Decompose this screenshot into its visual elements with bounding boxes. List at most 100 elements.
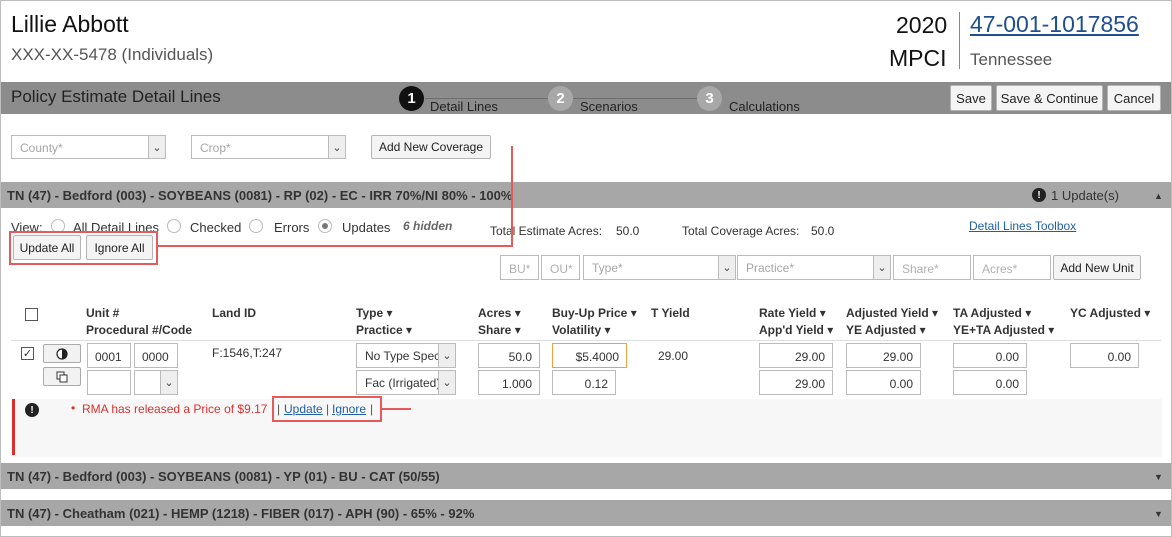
col-adjusted-yield[interactable]: Adjusted Yield ▾ xyxy=(846,306,938,320)
col-ye-adjusted[interactable]: YE Adjusted ▾ xyxy=(846,323,926,337)
policy-year: 2020 xyxy=(896,12,948,38)
col-rate-yield-label: Rate Yield xyxy=(759,306,817,320)
step-3-number[interactable]: 3 xyxy=(697,86,722,111)
coverage-group-title: TN (47) - Cheatham (021) - HEMP (1218) -… xyxy=(7,506,475,521)
coverage-group-title: TN (47) - Bedford (003) - SOYBEANS (0081… xyxy=(7,469,440,484)
alert-message: RMA has released a Price of $9.17 xyxy=(82,402,268,416)
updates-count: 1 Update(s) xyxy=(1051,188,1119,203)
radio-checked[interactable] xyxy=(167,219,181,233)
col-acres-label: Acres xyxy=(478,306,512,320)
adjusted-yield-value: 29.00 xyxy=(882,350,913,364)
step-3-label[interactable]: Calculations xyxy=(729,99,800,114)
ye-ta-adjusted-input[interactable]: 0.00 xyxy=(953,370,1027,395)
share-value-input[interactable]: 1.000 xyxy=(478,370,540,395)
col-rate-yield[interactable]: Rate Yield ▾ xyxy=(759,306,826,320)
procedural-input[interactable] xyxy=(87,370,131,395)
step-1-number[interactable]: 1 xyxy=(399,86,424,111)
cancel-button[interactable]: Cancel xyxy=(1107,85,1161,111)
step-2-number[interactable]: 2 xyxy=(548,86,573,111)
save-button[interactable]: Save xyxy=(950,85,992,111)
caret-up-icon[interactable]: ▲ xyxy=(1154,191,1163,201)
type-select[interactable]: Type* ⌄ xyxy=(583,255,736,280)
add-new-unit-button[interactable]: Add New Unit xyxy=(1053,255,1141,280)
col-type[interactable]: Type ▾ xyxy=(356,306,393,320)
detail-lines-toolbox-link[interactable]: Detail Lines Toolbox xyxy=(969,219,1076,233)
radio-label-checked: Checked xyxy=(190,220,242,235)
appd-yield-input[interactable]: 29.00 xyxy=(759,370,833,395)
add-new-coverage-button[interactable]: Add New Coverage xyxy=(371,135,491,159)
col-buyup-price[interactable]: Buy-Up Price ▾ xyxy=(552,306,637,320)
ignore-all-button[interactable]: Ignore All xyxy=(86,235,153,260)
practice-placeholder: Practice* xyxy=(746,261,795,275)
acres-value: 50.0 xyxy=(508,350,532,364)
col-t-yield: T Yield xyxy=(651,306,690,320)
copy-button[interactable] xyxy=(43,367,81,386)
contrast-button[interactable] xyxy=(43,344,81,363)
ye-ta-adjusted-value: 0.00 xyxy=(995,377,1019,391)
yc-adjusted-value: 0.00 xyxy=(1107,350,1131,364)
procedural-code-select[interactable]: ⌄ xyxy=(134,370,178,395)
step-1-label[interactable]: Detail Lines xyxy=(430,99,498,114)
update-all-button[interactable]: Update All xyxy=(13,235,81,260)
bu-input[interactable]: BU* xyxy=(500,255,539,280)
practice-select[interactable]: Practice* ⌄ xyxy=(737,255,891,280)
policy-state: Tennessee xyxy=(970,50,1053,69)
col-ta-adjusted-label: TA Adjusted xyxy=(953,306,1022,320)
ye-adjusted-input[interactable]: 0.00 xyxy=(846,370,921,395)
copy-icon xyxy=(56,371,68,382)
contrast-icon xyxy=(56,347,68,360)
col-volatility[interactable]: Volatility ▾ xyxy=(552,323,611,337)
col-share[interactable]: Share ▾ xyxy=(478,323,521,337)
info-icon: ! xyxy=(1032,188,1046,202)
buyup-price-input[interactable]: $5.4000 xyxy=(552,343,627,368)
ye-adjusted-value: 0.00 xyxy=(889,377,913,391)
adjusted-yield-input[interactable]: 29.00 xyxy=(846,343,921,368)
sort-icon: ▾ xyxy=(819,306,826,320)
step-2-label[interactable]: Scenarios xyxy=(580,99,638,114)
row-checkbox[interactable]: ✓ xyxy=(21,347,34,360)
ta-adjusted-input[interactable]: 0.00 xyxy=(953,343,1027,368)
rate-yield-input[interactable]: 29.00 xyxy=(759,343,833,368)
caret-down-icon[interactable]: ▼ xyxy=(1154,472,1163,482)
policy-number-link[interactable]: 47-001-1017856 xyxy=(970,11,1139,38)
ou-input[interactable]: OU* xyxy=(541,255,580,280)
row-practice-select[interactable]: Fac (Irrigated) ⌄ xyxy=(356,370,456,395)
land-id-value: F:1546,T:247 xyxy=(212,346,283,360)
sort-icon: ▾ xyxy=(827,323,834,337)
caret-down-icon[interactable]: ▼ xyxy=(1154,509,1163,519)
col-type-label: Type xyxy=(356,306,384,320)
acres-input[interactable]: Acres* xyxy=(973,255,1051,280)
col-ye-ta-adjusted[interactable]: YE+TA Adjusted ▾ xyxy=(953,323,1054,337)
sort-icon: ▾ xyxy=(932,306,939,320)
radio-updates[interactable] xyxy=(318,219,332,233)
chevron-down-icon: ⌄ xyxy=(438,371,455,394)
unit-sub-input[interactable]: 0000 xyxy=(134,343,178,368)
county-select[interactable]: County* ⌄ xyxy=(11,135,166,159)
crop-placeholder: Crop* xyxy=(200,141,231,155)
row-type-select[interactable]: No Type Specified ⌄ xyxy=(356,343,456,368)
col-ta-adjusted[interactable]: TA Adjusted ▾ xyxy=(953,306,1031,320)
total-estimate-value: 50.0 xyxy=(616,224,640,238)
sort-icon: ▾ xyxy=(514,306,521,320)
save-continue-button[interactable]: Save & Continue xyxy=(996,85,1103,111)
sort-icon: ▾ xyxy=(1025,306,1032,320)
crop-select[interactable]: Crop* ⌄ xyxy=(191,135,346,159)
select-all-checkbox[interactable] xyxy=(25,308,38,321)
share-input[interactable]: Share* xyxy=(893,255,971,280)
col-appd-yield[interactable]: App'd Yield ▾ xyxy=(759,323,833,337)
yc-adjusted-input[interactable]: 0.00 xyxy=(1070,343,1139,368)
header-divider xyxy=(959,12,960,69)
radio-errors[interactable] xyxy=(249,219,263,233)
acres-value-input[interactable]: 50.0 xyxy=(478,343,540,368)
highlight-connector xyxy=(381,408,411,410)
sort-icon: ▾ xyxy=(1048,323,1055,337)
chevron-down-icon: ⌄ xyxy=(873,256,890,279)
volatility-input[interactable]: 0.12 xyxy=(552,370,616,395)
col-yc-adjusted[interactable]: YC Adjusted ▾ xyxy=(1070,306,1150,320)
col-acres[interactable]: Acres ▾ xyxy=(478,306,521,320)
sort-icon: ▾ xyxy=(630,306,637,320)
unit-number-input[interactable]: 0001 xyxy=(87,343,131,368)
col-practice[interactable]: Practice ▾ xyxy=(356,323,412,337)
hidden-count: 6 hidden xyxy=(403,219,453,233)
page-title: Policy Estimate Detail Lines xyxy=(11,87,221,106)
